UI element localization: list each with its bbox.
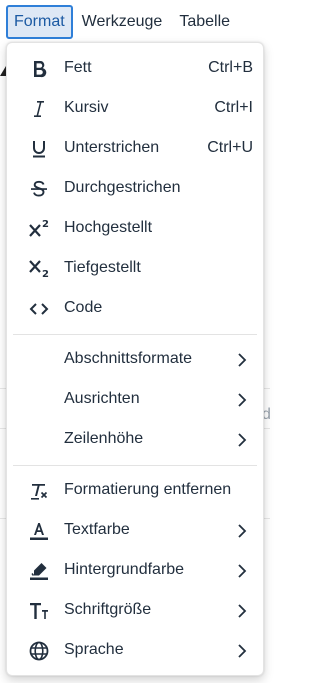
menu-item-italic[interactable]: Kursiv Ctrl+I [7,89,263,129]
menu-item-label: Kursiv [64,99,109,116]
underline-icon [27,137,51,161]
remove-format-icon [27,479,51,503]
menu-item-label: Hochgestellt [64,219,153,236]
menu-item-label: Textfarbe [64,521,130,538]
menu-item-label: Zeilenhöhe [64,430,144,447]
chevron-right-icon [235,392,249,408]
menu-item-label: Code [64,299,103,316]
chevron-right-icon [235,643,249,659]
menu-item-bold[interactable]: Fett Ctrl+B [7,49,263,89]
chevron-right-icon [235,563,249,579]
menu-item-background-color[interactable]: Hintergrundfarbe [7,551,263,591]
menu-item-label: Hintergrundfarbe [64,561,185,578]
menu-item-label: Ausrichten [64,390,140,407]
menu-item-subscript[interactable]: 2 Tiefgestellt [7,249,263,289]
subscript-icon: 2 [27,257,51,281]
menu-item-remove-format[interactable]: Formatierung entfernen [7,471,263,511]
font-size-icon [27,599,51,623]
menu-separator [13,334,257,335]
code-icon [27,297,51,321]
menu-item-shortcut: Ctrl+U [207,139,253,156]
menu-separator [13,465,257,466]
superscript-icon: 2 [27,217,51,241]
strikethrough-icon [27,177,51,201]
menu-item-line-height[interactable]: Zeilenhöhe [7,420,263,460]
chevron-right-icon [235,603,249,619]
menu-item-label: Unterstrichen [64,139,160,156]
chevron-right-icon [235,523,249,539]
menu-item-text-color[interactable]: Textfarbe [7,511,263,551]
menubar-format[interactable]: Format [6,5,73,39]
menu-item-underline[interactable]: Unterstrichen Ctrl+U [7,129,263,169]
menu-item-shortcut: Ctrl+I [214,99,253,116]
svg-text:2: 2 [42,219,49,230]
menu-item-label: Tiefgestellt [64,259,141,276]
text-color-icon [27,519,51,543]
menubar-werkzeuge[interactable]: Werkzeuge [74,5,171,39]
format-menu: Fett Ctrl+B Kursiv Ctrl+I Unterstrichen … [6,42,264,676]
menubar-tabelle[interactable]: Tabelle [171,5,238,39]
menu-item-block-formats[interactable]: Abschnittsformate [7,340,263,380]
menu-item-language[interactable]: Sprache [7,631,263,671]
menubar: Format Werkzeuge Tabelle [0,0,270,44]
menu-item-superscript[interactable]: 2 Hochgestellt [7,209,263,249]
bold-icon [27,57,51,81]
menu-item-label: Sprache [64,641,124,658]
menu-item-shortcut: Ctrl+B [208,59,253,76]
menu-item-strikethrough[interactable]: Durchgestrichen [7,169,263,209]
menu-item-align[interactable]: Ausrichten [7,380,263,420]
svg-text:2: 2 [42,269,49,280]
menu-item-code[interactable]: Code [7,289,263,329]
italic-icon [27,97,51,121]
globe-icon [27,639,51,663]
menu-item-font-size[interactable]: Schriftgröße [7,591,263,631]
menu-item-label: Durchgestrichen [64,179,181,196]
chevron-right-icon [235,432,249,448]
menu-item-label: Fett [64,59,92,76]
menu-item-label: Abschnittsformate [64,350,193,367]
menu-item-label: Formatierung entfernen [64,481,232,498]
menu-item-label: Schriftgröße [64,601,152,618]
chevron-right-icon [235,352,249,368]
highlight-color-icon [27,559,51,583]
